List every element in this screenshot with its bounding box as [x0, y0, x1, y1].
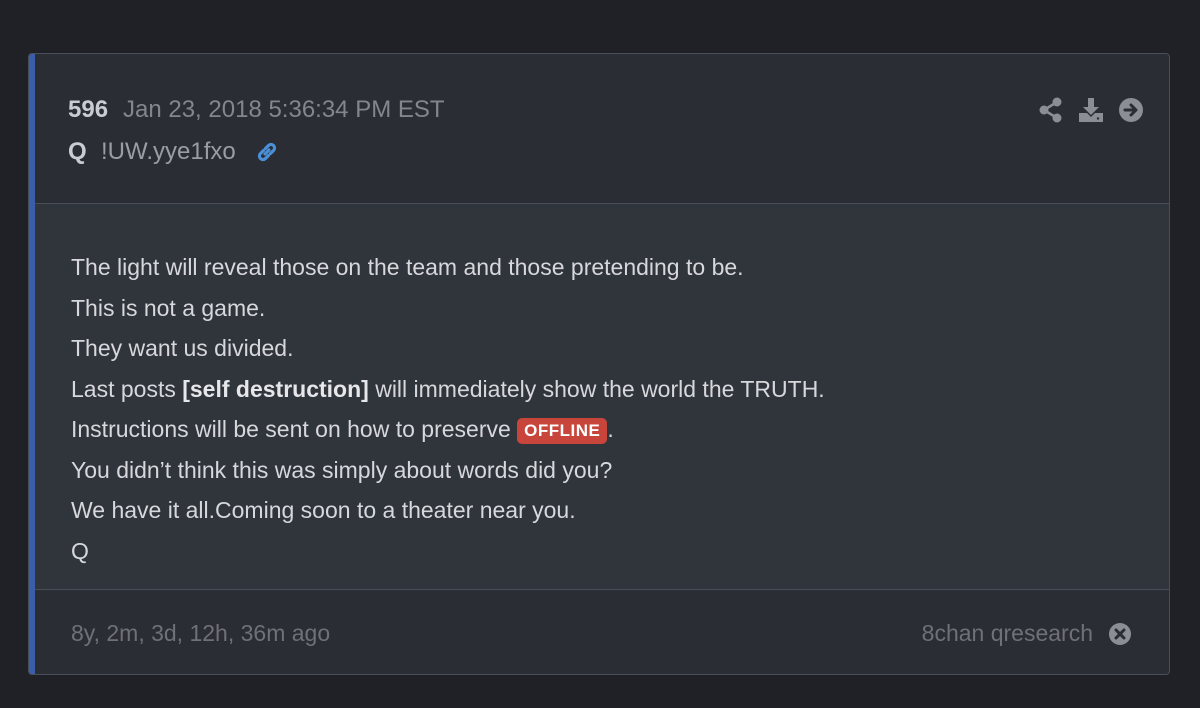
body-text: will immediately show the world the TRUT… [368, 375, 825, 402]
source-link[interactable]: 8chan qresearch [922, 620, 1093, 647]
offline-badge: OFFLINE [517, 418, 608, 444]
arrow-right-circle-icon[interactable] [1117, 96, 1145, 124]
body-line: Instructions will be sent on how to pres… [71, 409, 825, 450]
post-footer: 8y, 2m, 3d, 12h, 36m ago 8chan qresearch [35, 590, 1169, 674]
post-text: The light will reveal those on the team … [71, 247, 825, 571]
post-card: 596 Jan 23, 2018 5:36:34 PM EST Q !UW.yy… [28, 53, 1170, 675]
body-line: This is not a game. [71, 294, 266, 321]
elapsed-time: 8y, 2m, 3d, 12h, 36m ago [71, 620, 331, 646]
post-date: Jan 23, 2018 5:36:34 PM EST [123, 96, 445, 123]
body-line: We have it all.Coming soon to a theater … [71, 497, 576, 523]
link-icon[interactable] [253, 138, 281, 166]
post-body: The light will reveal those on the team … [35, 204, 1169, 590]
post-actions [1037, 96, 1145, 124]
body-line: They want us divided. [71, 335, 294, 361]
post-number[interactable]: 596 [68, 96, 108, 124]
post-header: 596 Jan 23, 2018 5:36:34 PM EST Q !UW.yy… [35, 54, 1169, 204]
share-icon[interactable] [1037, 96, 1065, 124]
tripcode: !UW.yye1fxo [101, 138, 236, 165]
bold-text: [self destruction] [182, 375, 369, 402]
close-circle-icon[interactable] [1107, 621, 1133, 647]
download-icon[interactable] [1077, 96, 1105, 124]
body-text: . [607, 416, 614, 442]
body-line: Last posts [self destruction] will immed… [71, 369, 825, 410]
body-text: Instructions will be sent on how to pres… [71, 416, 518, 442]
body-line: Q [71, 537, 89, 564]
body-line: You didn’t think this was simply about w… [71, 456, 613, 483]
body-line: The light will reveal those on the team … [71, 254, 744, 280]
body-text: Last posts [71, 375, 183, 402]
author-name: Q [68, 138, 87, 165]
